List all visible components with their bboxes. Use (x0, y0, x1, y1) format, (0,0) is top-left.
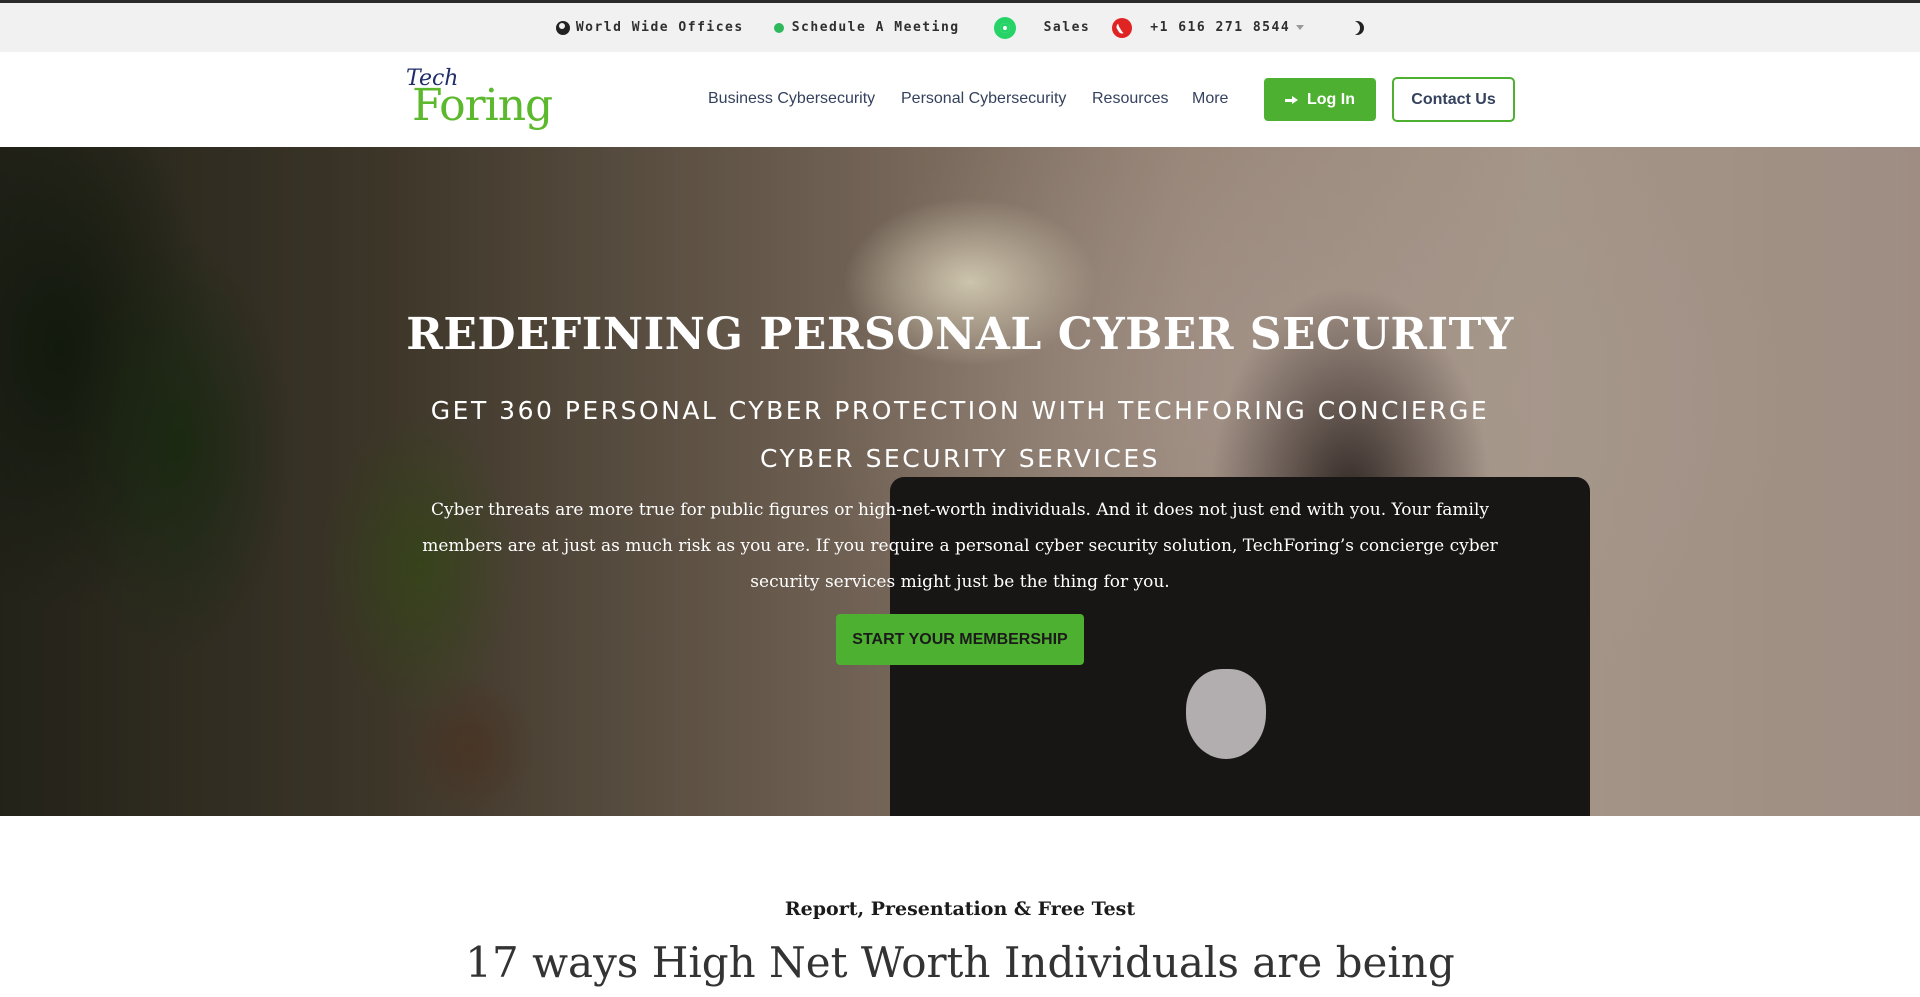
logo-foring-text: Foring (412, 80, 553, 131)
phone-dropdown[interactable]: +1 616 271 8544 (1150, 20, 1305, 35)
nav-business-cybersecurity[interactable]: Business Cybersecurity (708, 90, 875, 108)
nav-personal-cybersecurity[interactable]: Personal Cybersecurity (901, 90, 1066, 108)
start-membership-button[interactable]: START YOUR MEMBERSHIP (836, 614, 1084, 665)
nav-more[interactable]: More (1192, 90, 1228, 108)
phone-number: +1 616 271 8544 (1150, 20, 1291, 35)
offices-link[interactable]: World Wide Offices (555, 20, 744, 35)
caret-down-icon (1296, 25, 1305, 30)
whatsapp-icon[interactable] (993, 16, 1016, 39)
top-utility-row: World Wide Offices Schedule A Meeting Sa… (0, 3, 1920, 52)
hero-banner: REDEFINING PERSONAL CYBER SECURITY GET 3… (0, 147, 1920, 816)
login-icon (1285, 94, 1299, 106)
globe-icon (555, 20, 570, 35)
section-kicker: Report, Presentation & Free Test (784, 898, 1136, 920)
moon-icon[interactable] (1350, 21, 1364, 35)
meeting-label: Schedule A Meeting (791, 20, 960, 35)
contact-us-button[interactable]: Contact Us (1392, 77, 1515, 122)
sales-label: Sales (1043, 20, 1091, 35)
login-label: Log In (1307, 90, 1355, 108)
nav-resources[interactable]: Resources (1092, 90, 1168, 108)
hero-title: REDEFINING PERSONAL CYBER SECURITY (406, 309, 1514, 360)
phone-icon (1112, 17, 1133, 38)
offices-label: World Wide Offices (575, 20, 744, 35)
section-title: 17 ways High Net Worth Individuals are b… (465, 938, 1455, 987)
hero-description: Cyber threats are more true for public f… (422, 500, 1498, 592)
schedule-meeting-link[interactable]: Schedule A Meeting (773, 20, 960, 35)
top-utility-bar: World Wide Offices Schedule A Meeting Sa… (0, 0, 1920, 52)
hero-subtitle: GET 360 PERSONAL CYBER PROTECTION WITH T… (430, 396, 1490, 473)
status-dot-icon (773, 22, 784, 33)
login-button[interactable]: Log In (1264, 78, 1376, 121)
techforing-logo[interactable]: Tech Foring (404, 62, 553, 134)
